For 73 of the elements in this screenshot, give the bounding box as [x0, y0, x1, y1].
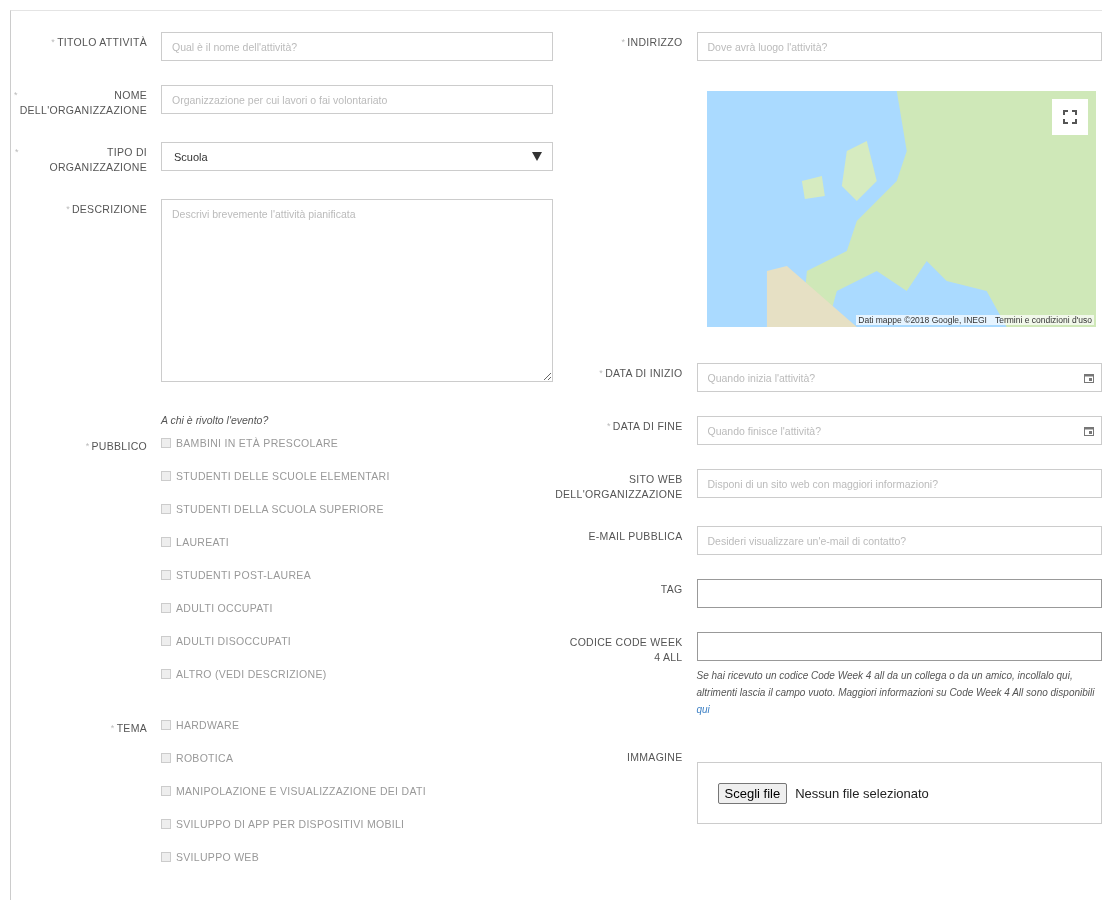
required-mark: *	[599, 367, 604, 380]
field-label: E-MAIL PUBBLICA	[588, 529, 683, 544]
field-label: TEMA	[116, 721, 147, 736]
checkbox[interactable]	[161, 437, 171, 448]
option-label: BAMBINI IN ETÀ PRESCOLARE	[176, 436, 339, 449]
section-hint: A chi è rivolto l'evento?	[161, 414, 270, 426]
option-label: ALTRO (VEDI DESCRIZIONE)	[176, 667, 327, 680]
required-mark: *	[66, 203, 70, 216]
checkbox[interactable]	[161, 470, 171, 481]
fullscreen-icon	[1063, 110, 1077, 124]
file-status: Nessun file selezionato	[795, 785, 929, 801]
terms-link[interactable]: Termini e condizioni d'uso	[994, 315, 1092, 325]
option-label: STUDENTI DELLA SCUOLA SUPERIORE	[176, 502, 384, 515]
caret-icon	[531, 152, 542, 161]
hint-link[interactable]: qui	[696, 704, 710, 715]
checkbox[interactable]	[161, 602, 171, 613]
option-label: ADULTI OCCUPATI	[176, 601, 273, 614]
field-label: PUBBLICO	[91, 439, 147, 454]
option-label: STUDENTI POST-LAUREA	[176, 568, 311, 581]
field-label: NOME DELL'ORGANIZZAZIONE	[19, 88, 147, 118]
option-label: ADULTI DISOCCUPATI	[176, 634, 292, 647]
date-field[interactable]: Quando inizia l'attività?	[696, 363, 1102, 392]
text-field[interactable]: Qual è il nome dell'attività?	[161, 32, 553, 61]
checkbox[interactable]	[161, 719, 171, 730]
checkbox[interactable]	[161, 851, 171, 862]
required-mark: *	[51, 36, 56, 49]
text-field[interactable]	[696, 632, 1102, 661]
date-field[interactable]: Quando finisce l'attività?	[696, 416, 1102, 445]
field-label: CODICE CODE WEEK 4 ALL	[568, 635, 683, 665]
map-view[interactable]: Dati mappe ©2018 Google, INEGI Termini e condizioni d'uso	[706, 91, 1096, 327]
option-label: LAUREATI	[176, 535, 229, 548]
field-label: INDIRIZZO	[627, 35, 683, 50]
option-label: HARDWARE	[176, 718, 240, 731]
hint-text: Se hai ricevuto un codice Code Week 4 all da un collega o da un amico, incollalo qui, altrimenti lascia il campo vuoto. Maggiori informazioni su Code Week 4 All sono disponibili qui	[696, 669, 1096, 717]
field-label: TAG	[660, 582, 683, 597]
checkbox[interactable]	[161, 818, 171, 829]
checkbox[interactable]	[161, 752, 171, 763]
text-field[interactable]	[696, 579, 1102, 608]
fullscreen-button[interactable]	[1052, 99, 1088, 135]
checkbox[interactable]	[161, 569, 171, 580]
checkbox[interactable]	[161, 503, 171, 514]
required-mark: *	[606, 420, 611, 433]
option-label: SVILUPPO DI APP PER DISPOSITIVI MOBILI	[176, 817, 405, 830]
text-field[interactable]: Desideri visualizzare un'e-mail di contatto?	[696, 526, 1102, 555]
required-mark: *	[13, 89, 18, 102]
required-mark: *	[110, 722, 115, 735]
field-label: TIPO DI ORGANIZZAZIONE	[48, 145, 147, 175]
option-label: SVILUPPO WEB	[176, 850, 259, 863]
checkbox[interactable]	[161, 668, 171, 679]
required-mark: *	[621, 36, 626, 49]
field-label: IMMAGINE	[627, 750, 683, 765]
field-label: DESCRIZIONE	[71, 202, 147, 217]
option-label: ROBOTICA	[176, 751, 234, 764]
option-label: MANIPOLAZIONE E VISUALIZZAZIONE DEI DATI	[176, 784, 426, 797]
field-label: SITO WEB DELL'ORGANIZZAZIONE	[555, 472, 683, 502]
calendar-icon[interactable]	[1084, 373, 1094, 383]
checkbox[interactable]	[161, 536, 171, 547]
textarea-field[interactable]: Descrivi brevemente l'attività pianificata	[161, 199, 553, 382]
text-field[interactable]: Organizzazione per cui lavori o fai volontariato	[161, 85, 553, 114]
select-field[interactable]: Scuola	[161, 142, 553, 171]
required-mark: *	[85, 440, 90, 453]
field-label: DATA DI FINE	[612, 419, 683, 434]
checkbox[interactable]	[161, 635, 171, 646]
map-attribution: Dati mappe ©2018 Google, INEGI	[858, 315, 987, 325]
required-mark: *	[15, 146, 19, 159]
checkbox[interactable]	[161, 785, 171, 796]
field-label: TITOLO ATTIVITÀ	[57, 35, 147, 50]
calendar-icon[interactable]	[1084, 426, 1094, 436]
option-label: STUDENTI DELLE SCUOLE ELEMENTARI	[176, 469, 390, 482]
text-field[interactable]: Disponi di un sito web con maggiori informazioni?	[696, 469, 1102, 498]
text-field[interactable]: Dove avrà luogo l'attività?	[696, 32, 1102, 61]
choose-file-button[interactable]: Scegli file	[717, 782, 788, 804]
field-label: DATA DI INIZIO	[605, 366, 683, 381]
